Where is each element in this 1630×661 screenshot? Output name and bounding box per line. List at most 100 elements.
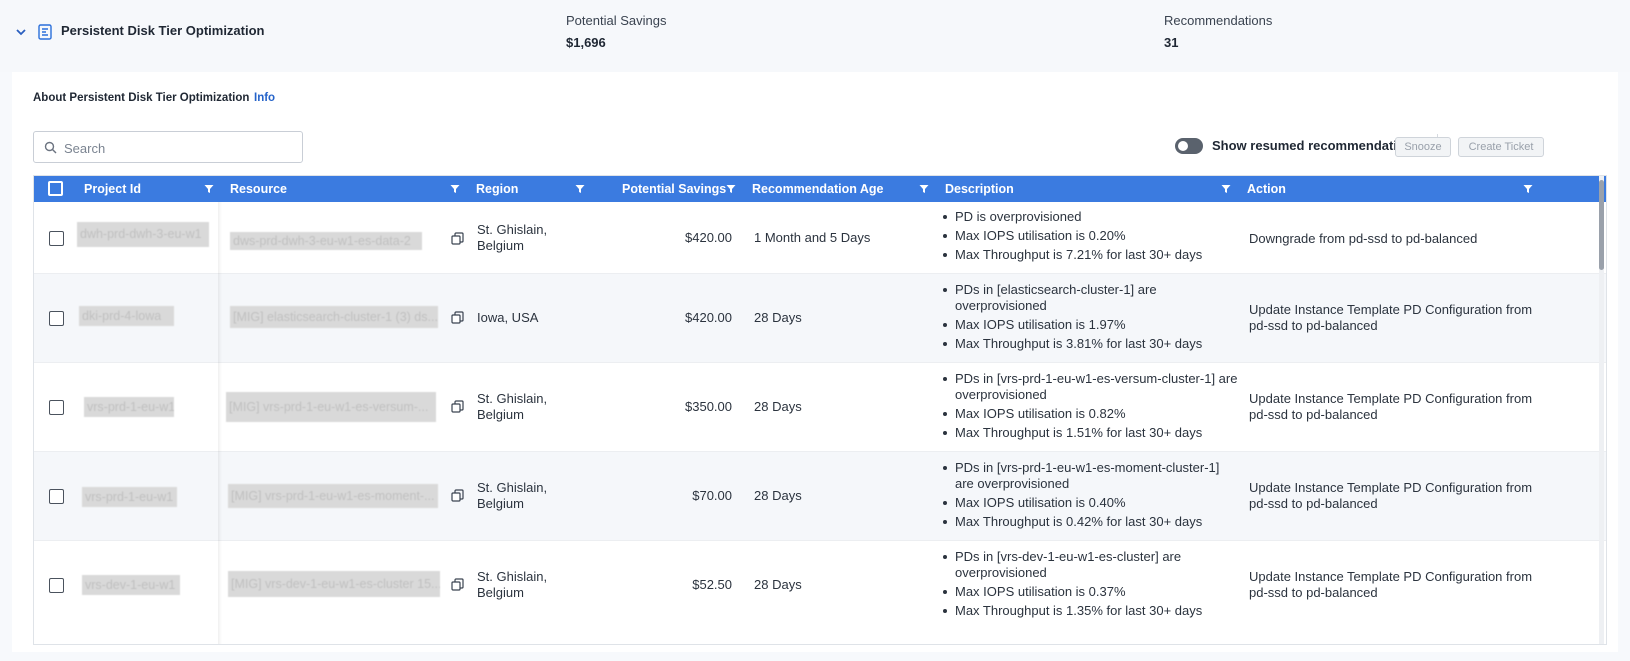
project-id-cell: dki-prd-4-lowa — [79, 306, 174, 326]
table-row[interactable]: dki-prd-4-lowa [MIG] elasticsearch-clust… — [34, 274, 1606, 363]
table-row[interactable]: vrs-prd-1-eu-w1 [MIG] vrs-prd-1-eu-w1-es… — [34, 452, 1606, 541]
savings-cell: $350.00 — [685, 399, 732, 414]
info-link[interactable]: Info — [254, 92, 275, 104]
row-checkbox[interactable] — [49, 231, 64, 246]
show-resumed-toggle[interactable] — [1175, 138, 1203, 154]
region-cell: St. Ghislain, Belgium — [477, 391, 548, 422]
section-title[interactable]: Persistent Disk Tier Optimization — [61, 23, 264, 38]
row-checkbox[interactable] — [49, 578, 64, 593]
description-item: Max Throughput is 1.51% for last 30+ day… — [939, 425, 1239, 441]
row-checkbox[interactable] — [49, 311, 64, 326]
table-row[interactable]: vrs-dev-1-eu-w1 [MIG] vrs-dev-1-eu-w1-es… — [34, 541, 1606, 644]
resource-cell[interactable]: dws-prd-dwh-3-eu-w1-es-data-2 — [230, 232, 422, 250]
toggle-knob — [1178, 141, 1188, 151]
copy-icon[interactable] — [451, 311, 464, 324]
region-cell: St. Ghislain, Belgium — [477, 480, 548, 511]
potential-savings-value: $1,696 — [566, 35, 606, 50]
frozen-column-divider — [218, 202, 222, 644]
savings-cell: $52.50 — [692, 577, 732, 592]
resource-cell[interactable]: [MIG] elasticsearch-cluster-1 (3) ds... — [230, 306, 438, 328]
description-item: PD is overprovisioned — [939, 209, 1239, 225]
action-cell: Update Instance Template PD Configuratio… — [1249, 391, 1533, 422]
about-text: About Persistent Disk Tier Optimization — [33, 92, 250, 104]
age-cell: 1 Month and 5 Days — [754, 230, 871, 245]
age-cell: 28 Days — [754, 577, 802, 592]
col-header-resource[interactable]: Resource — [230, 176, 287, 202]
filter-icon[interactable] — [204, 184, 214, 194]
copy-icon[interactable] — [451, 578, 464, 591]
project-id-cell: dwh-prd-dwh-3-eu-w1 — [77, 222, 209, 247]
search-icon — [44, 141, 57, 154]
age-cell: 28 Days — [754, 488, 802, 503]
savings-cell: $420.00 — [685, 310, 732, 325]
project-id-cell: vrs-prd-1-eu-w1 — [82, 487, 177, 507]
description-item: Max Throughput is 1.35% for last 30+ day… — [939, 603, 1239, 619]
project-id-cell: vrs-prd-1-eu-w1 — [84, 397, 174, 417]
col-header-region[interactable]: Region — [476, 176, 518, 202]
description-item: Max Throughput is 7.21% for last 30+ day… — [939, 247, 1239, 263]
tier-optimization-icon — [38, 24, 52, 40]
action-cell: Downgrade from pd-ssd to pd-balanced — [1249, 231, 1478, 246]
savings-cell: $70.00 — [692, 488, 732, 503]
region-cell: Iowa, USA — [477, 310, 539, 325]
description-cell: PD is overprovisioned Max IOPS utilisati… — [939, 209, 1239, 266]
resource-cell[interactable]: [MIG] vrs-dev-1-eu-w1-es-cluster 15... — [228, 571, 440, 597]
recommendations-value: 31 — [1164, 35, 1179, 50]
table-scrollbar[interactable] — [1599, 176, 1604, 644]
region-cell: St. Ghislain, Belgium — [477, 222, 548, 253]
description-item: PDs in [vrs-dev-1-eu-w1-es-cluster] are … — [939, 549, 1239, 581]
description-cell: PDs in [elasticsearch-cluster-1] are ove… — [939, 282, 1239, 355]
filter-icon[interactable] — [1221, 184, 1231, 194]
copy-icon[interactable] — [451, 400, 464, 413]
action-cell: Update Instance Template PD Configuratio… — [1249, 569, 1533, 600]
age-cell: 28 Days — [754, 399, 802, 414]
table-header: Project Id Resource Region Potential Sav… — [34, 176, 1606, 202]
description-item: PDs in [vrs-prd-1-eu-w1-es-moment-cluste… — [939, 460, 1239, 492]
table-row[interactable]: vrs-prd-1-eu-w1 [MIG] vrs-prd-1-eu-w1-es… — [34, 363, 1606, 452]
potential-savings-label: Potential Savings — [566, 13, 667, 28]
project-id-cell: vrs-dev-1-eu-w1 — [82, 575, 180, 595]
row-checkbox[interactable] — [49, 400, 64, 415]
col-header-action[interactable]: Action — [1247, 176, 1286, 202]
description-item: Max IOPS utilisation is 1.97% — [939, 317, 1239, 333]
copy-icon[interactable] — [451, 489, 464, 502]
description-cell: PDs in [vrs-prd-1-eu-w1-es-versum-cluste… — [939, 371, 1239, 444]
col-header-project-id[interactable]: Project Id — [84, 176, 141, 202]
description-item: Max IOPS utilisation is 0.20% — [939, 228, 1239, 244]
search-input[interactable] — [64, 138, 294, 158]
filter-icon[interactable] — [1523, 184, 1533, 194]
copy-icon[interactable] — [451, 232, 464, 245]
filter-icon[interactable] — [575, 184, 585, 194]
filter-icon[interactable] — [919, 184, 929, 194]
table-row[interactable]: dwh-prd-dwh-3-eu-w1 dws-prd-dwh-3-eu-w1-… — [34, 202, 1606, 274]
row-checkbox[interactable] — [49, 489, 64, 504]
action-cell: Update Instance Template PD Configuratio… — [1249, 302, 1533, 333]
description-item: Max IOPS utilisation is 0.40% — [939, 495, 1239, 511]
description-item: Max Throughput is 3.81% for last 30+ day… — [939, 336, 1239, 352]
select-all-checkbox[interactable] — [48, 181, 63, 196]
description-item: Max Throughput is 0.42% for last 30+ day… — [939, 514, 1239, 530]
filter-icon[interactable] — [726, 184, 736, 194]
filter-icon[interactable] — [450, 184, 460, 194]
description-cell: PDs in [vrs-prd-1-eu-w1-es-moment-cluste… — [939, 460, 1239, 533]
resource-cell[interactable]: [MIG] vrs-prd-1-eu-w1-es-moment-... — [228, 484, 438, 508]
description-item: PDs in [elasticsearch-cluster-1] are ove… — [939, 282, 1239, 314]
action-cell: Update Instance Template PD Configuratio… — [1249, 480, 1533, 511]
recommendations-panel: About Persistent Disk Tier Optimization … — [12, 72, 1618, 652]
resource-cell[interactable]: [MIG] vrs-prd-1-eu-w1-es-versum-... — [226, 392, 436, 422]
col-header-recommendation-age[interactable]: Recommendation Age — [752, 176, 884, 202]
recommendations-label: Recommendations — [1164, 13, 1273, 28]
chevron-down-icon[interactable] — [14, 25, 28, 39]
region-cell: St. Ghislain, Belgium — [477, 569, 548, 600]
create-ticket-button[interactable]: Create Ticket — [1458, 137, 1544, 157]
scrollbar-thumb[interactable] — [1599, 180, 1604, 270]
snooze-button[interactable]: Snooze — [1395, 137, 1451, 157]
age-cell: 28 Days — [754, 310, 802, 325]
col-header-description[interactable]: Description — [945, 176, 1014, 202]
col-header-potential-savings[interactable]: Potential Savings — [622, 176, 726, 202]
recommendations-table: Project Id Resource Region Potential Sav… — [33, 175, 1607, 645]
summary-bar: Persistent Disk Tier Optimization Potent… — [0, 0, 1630, 72]
search-box — [33, 131, 303, 163]
description-item: PDs in [vrs-prd-1-eu-w1-es-versum-cluste… — [939, 371, 1239, 403]
description-item: Max IOPS utilisation is 0.82% — [939, 406, 1239, 422]
